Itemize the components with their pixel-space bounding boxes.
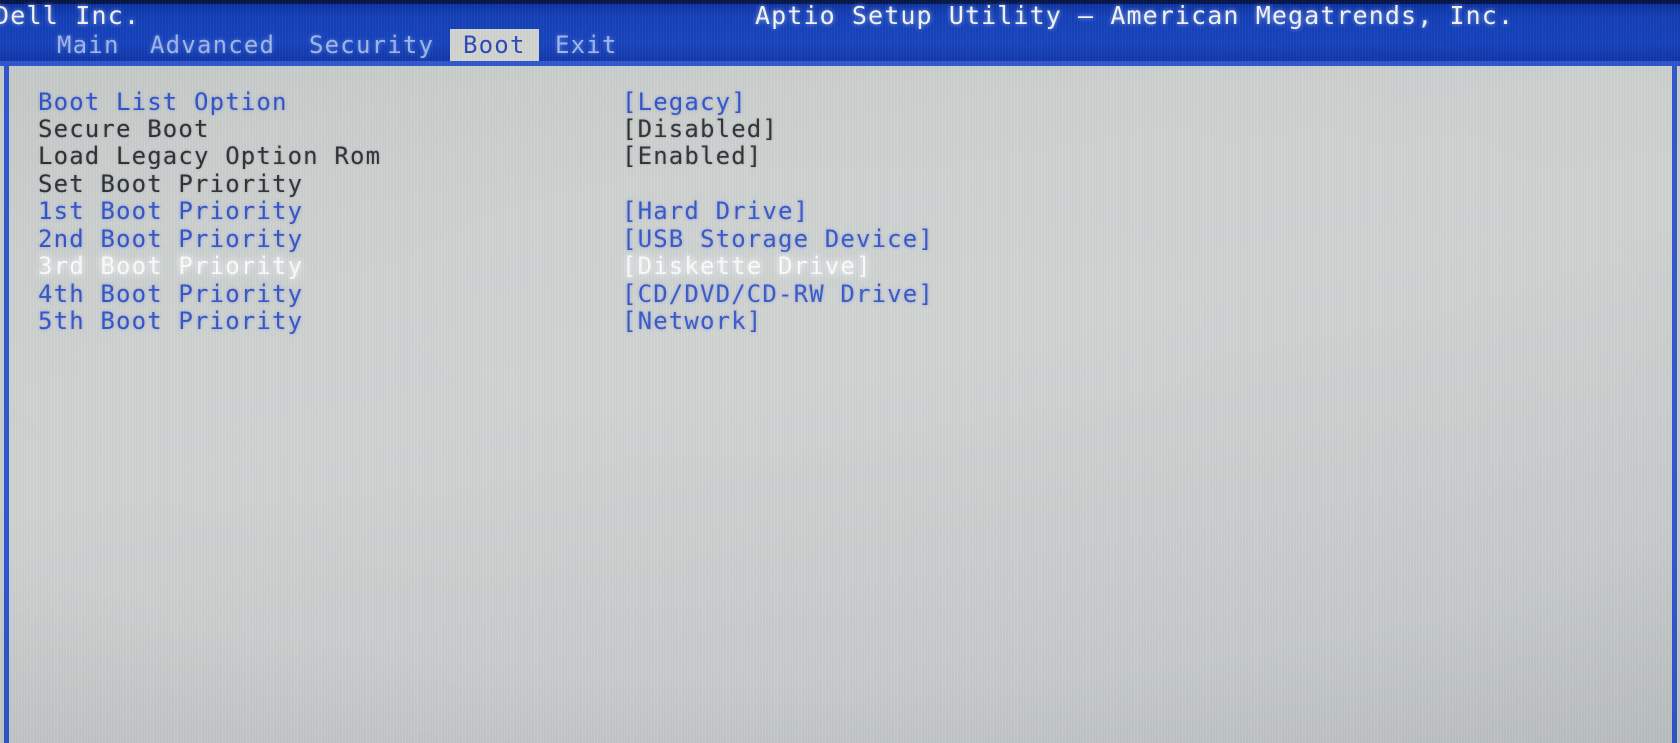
setting-label: 3rd Boot Priority	[38, 252, 304, 280]
tab-security[interactable]: Security	[296, 29, 447, 61]
title-bar: Dell Inc. Aptio Setup Utility – American…	[0, 0, 1680, 61]
setting-value[interactable]: [CD/DVD/CD-RW Drive]	[622, 280, 934, 308]
setting-row-load-legacy-option-rom[interactable]: Load Legacy Option Rom [Enabled]	[9, 142, 1672, 170]
vendor-name: Dell Inc.	[0, 1, 141, 30]
setting-label: 5th Boot Priority	[38, 307, 304, 335]
bios-setup-screen: Dell Inc. Aptio Setup Utility – American…	[0, 0, 1680, 743]
setting-label: 4th Boot Priority	[38, 280, 304, 308]
setting-value[interactable]: [Hard Drive]	[622, 197, 809, 225]
setting-label: 1st Boot Priority	[38, 197, 304, 225]
tab-boot[interactable]: Boot	[450, 29, 539, 61]
setting-value[interactable]: [Diskette Drive]	[622, 252, 872, 280]
tab-main[interactable]: Main	[44, 29, 133, 61]
setting-row-set-boot-priority: Set Boot Priority	[9, 170, 1672, 198]
menu-bar: Main Advanced Security Boot Exit	[0, 29, 1680, 61]
setting-label: Load Legacy Option Rom	[38, 142, 382, 170]
setting-value[interactable]: [Enabled]	[622, 142, 762, 170]
tab-advanced[interactable]: Advanced	[137, 29, 288, 61]
setting-row-5th-boot-priority[interactable]: 5th Boot Priority [Network]	[9, 307, 1672, 335]
setting-row-1st-boot-priority[interactable]: 1st Boot Priority [Hard Drive]	[9, 197, 1672, 225]
setting-row-boot-list-option[interactable]: Boot List Option [Legacy]	[9, 88, 1672, 116]
settings-panel: Boot List Option [Legacy] Secure Boot [D…	[9, 66, 1672, 743]
setting-value[interactable]: [Network]	[622, 307, 762, 335]
setting-row-3rd-boot-priority-selected[interactable]: 3rd Boot Priority [Diskette Drive]	[9, 252, 1672, 280]
setting-label: 2nd Boot Priority	[38, 225, 304, 253]
setting-row-4th-boot-priority[interactable]: 4th Boot Priority [CD/DVD/CD-RW Drive]	[9, 280, 1672, 308]
setting-label: Set Boot Priority	[38, 170, 304, 198]
setting-row-secure-boot[interactable]: Secure Boot [Disabled]	[9, 115, 1672, 143]
utility-title: Aptio Setup Utility – American Megatrend…	[755, 1, 1515, 30]
setting-value[interactable]: [Disabled]	[622, 115, 778, 143]
tab-exit[interactable]: Exit	[542, 29, 631, 61]
frame-border-right	[1672, 61, 1677, 743]
setting-label: Secure Boot	[38, 115, 210, 143]
setting-value[interactable]: [Legacy]	[622, 88, 747, 116]
setting-value[interactable]: [USB Storage Device]	[622, 225, 934, 253]
setting-row-2nd-boot-priority[interactable]: 2nd Boot Priority [USB Storage Device]	[9, 225, 1672, 253]
setting-label: Boot List Option	[38, 88, 288, 116]
